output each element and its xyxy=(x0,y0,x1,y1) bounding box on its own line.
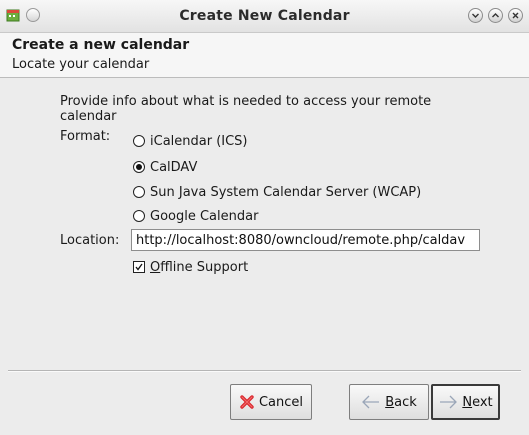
format-label: Format: xyxy=(60,129,111,144)
radio-wcap[interactable] xyxy=(133,186,145,198)
title-bar[interactable]: Create New Calendar xyxy=(0,0,529,33)
offline-support-option[interactable]: Offline Support xyxy=(133,258,248,276)
format-option-google[interactable]: Google Calendar xyxy=(133,207,258,225)
create-calendar-dialog: Create New Calendar Create a new calenda… xyxy=(0,0,529,435)
location-input[interactable] xyxy=(131,229,480,251)
format-option-caldav[interactable]: CalDAV xyxy=(133,158,197,176)
format-option-label: Sun Java System Calendar Server (WCAP) xyxy=(150,184,422,200)
offline-support-label: Offline Support xyxy=(150,259,249,275)
maximize-icon[interactable] xyxy=(488,8,503,23)
format-option-wcap[interactable]: Sun Java System Calendar Server (WCAP) xyxy=(133,183,421,201)
wizard-page-subtitle: Locate your calendar xyxy=(12,57,150,72)
location-label: Location: xyxy=(60,233,120,248)
back-button[interactable]: Back xyxy=(349,384,429,420)
minimize-icon[interactable] xyxy=(468,8,483,23)
footer-separator xyxy=(8,370,521,372)
back-arrow-icon xyxy=(362,395,380,409)
next-arrow-icon xyxy=(440,395,458,409)
wizard-page-title: Create a new calendar xyxy=(12,37,190,53)
close-icon[interactable] xyxy=(508,8,523,23)
back-button-label: Back xyxy=(385,394,417,410)
radio-caldav[interactable] xyxy=(133,161,145,173)
cancel-icon xyxy=(240,395,254,409)
offline-support-checkbox[interactable] xyxy=(133,261,145,273)
cancel-button-label: Cancel xyxy=(258,394,304,410)
format-option-ics[interactable]: iCalendar (ICS) xyxy=(133,132,248,150)
format-option-label: iCalendar (ICS) xyxy=(150,133,248,149)
radio-google[interactable] xyxy=(133,210,145,222)
radio-ics[interactable] xyxy=(133,135,145,147)
format-option-label: Google Calendar xyxy=(150,208,259,224)
cancel-button[interactable]: Cancel xyxy=(230,384,312,420)
form-description: Provide info about what is needed to acc… xyxy=(60,94,432,124)
window-title: Create New Calendar xyxy=(179,8,350,24)
wizard-header: Create a new calendar Locate your calend… xyxy=(0,33,529,78)
next-button[interactable]: Next xyxy=(431,384,500,420)
format-option-label: CalDAV xyxy=(150,159,198,175)
next-button-label: Next xyxy=(462,394,493,410)
